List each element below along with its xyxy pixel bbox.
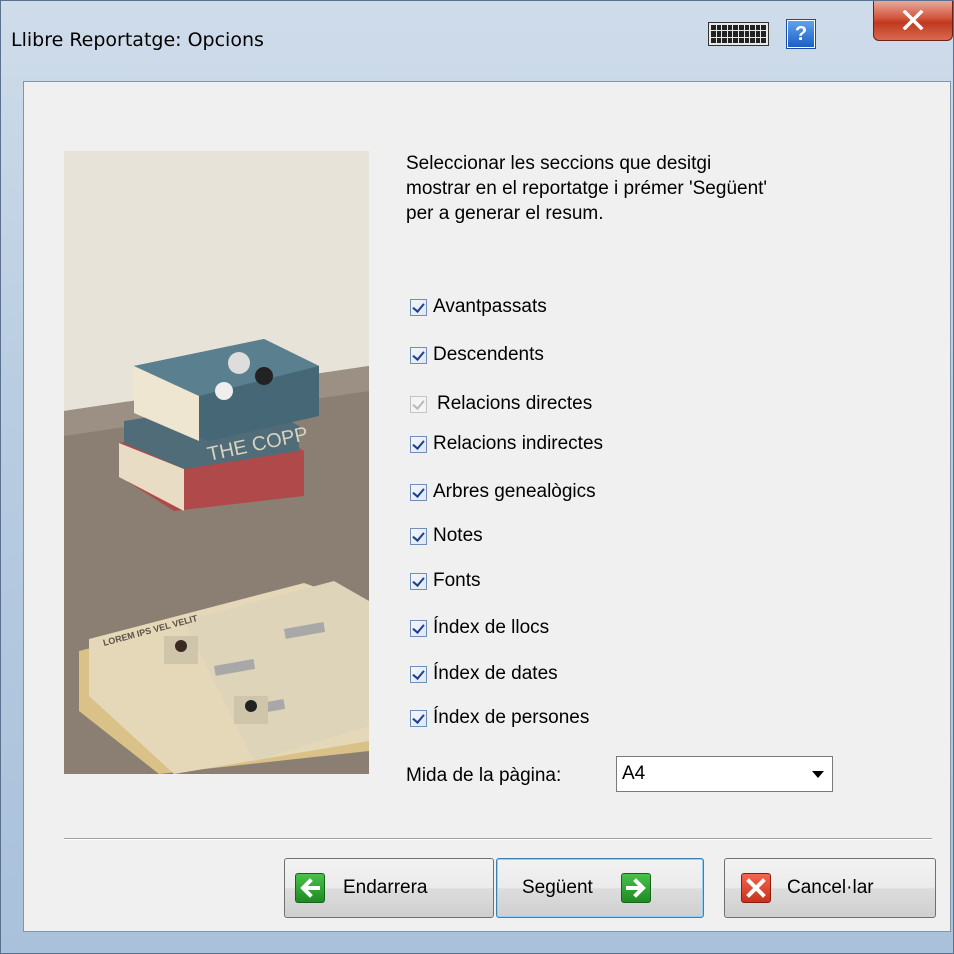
close-button[interactable] xyxy=(873,1,953,41)
option-label: Relacions directes xyxy=(437,393,593,414)
option-label: Índex de llocs xyxy=(433,617,550,638)
dropdown-arrow-icon[interactable] xyxy=(812,771,824,778)
cancel-x-icon xyxy=(741,873,771,903)
page-size-label: Mida de la pàgina: xyxy=(406,765,562,786)
help-button[interactable]: ? xyxy=(787,20,815,48)
option-descendents[interactable]: Descendents xyxy=(410,341,544,369)
option-index-llocs[interactable]: Índex de llocs xyxy=(410,614,549,642)
checkbox-descendents[interactable] xyxy=(410,346,427,364)
option-arbres-genealogics[interactable]: Arbres genealògics xyxy=(410,478,596,506)
checkbox-relacions-indirectes[interactable] xyxy=(410,435,427,453)
option-relacions-directes: Relacions directes xyxy=(410,390,592,418)
option-fonts[interactable]: Fonts xyxy=(410,567,481,595)
page-size-value: A4 xyxy=(622,763,646,784)
close-icon xyxy=(902,10,924,30)
checkbox-fonts[interactable] xyxy=(410,572,427,590)
keyboard-icon[interactable] xyxy=(708,22,769,46)
option-index-dates[interactable]: Índex de dates xyxy=(410,660,558,688)
dialog-window: Llibre Reportatge: Opcions ? THE COPP LO… xyxy=(0,0,954,954)
option-label: Avantpassats xyxy=(433,296,547,317)
illustration-image: THE COPP LOREM IPS VEL VELIT xyxy=(64,151,369,774)
cancel-button-label: Cancel·lar xyxy=(787,877,874,898)
next-button[interactable]: Següent xyxy=(496,858,704,918)
instructions-text: Seleccionar les seccions que desitgi mos… xyxy=(406,153,768,224)
checkbox-index-persones[interactable] xyxy=(410,709,427,727)
button-separator xyxy=(64,838,932,840)
arrow-right-icon xyxy=(620,873,651,903)
option-avantpassats[interactable]: Avantpassats xyxy=(410,293,547,321)
option-label: Índex de persones xyxy=(433,707,590,728)
option-label: Índex de dates xyxy=(433,663,558,684)
window-title: Llibre Reportatge: Opcions xyxy=(11,29,264,51)
dialog-client-area: THE COPP LOREM IPS VEL VELIT Seleccionar… xyxy=(23,81,951,932)
cancel-button[interactable]: Cancel·lar xyxy=(724,858,936,918)
title-bar[interactable]: Llibre Reportatge: Opcions ? xyxy=(1,1,953,81)
checkbox-avantpassats[interactable] xyxy=(410,298,427,316)
option-relacions-indirectes[interactable]: Relacions indirectes xyxy=(410,430,603,458)
option-label: Fonts xyxy=(433,570,481,591)
option-notes[interactable]: Notes xyxy=(410,522,483,550)
back-button-label: Endarrera xyxy=(343,877,428,898)
option-index-persones[interactable]: Índex de persones xyxy=(410,704,589,732)
arrow-left-icon xyxy=(295,873,325,903)
option-label: Arbres genealògics xyxy=(433,481,596,502)
back-button[interactable]: Endarrera xyxy=(284,858,494,918)
option-label: Notes xyxy=(433,525,483,546)
checkbox-arbres-genealogics[interactable] xyxy=(410,483,427,501)
checkbox-index-dates[interactable] xyxy=(410,665,427,683)
checkbox-index-llocs[interactable] xyxy=(410,619,427,637)
next-button-label: Següent xyxy=(522,877,593,898)
page-size-select[interactable]: A4 xyxy=(616,756,833,792)
option-label: Relacions indirectes xyxy=(433,433,604,454)
checkbox-relacions-directes xyxy=(410,395,427,413)
checkbox-notes[interactable] xyxy=(410,527,427,545)
option-label: Descendents xyxy=(433,344,544,365)
